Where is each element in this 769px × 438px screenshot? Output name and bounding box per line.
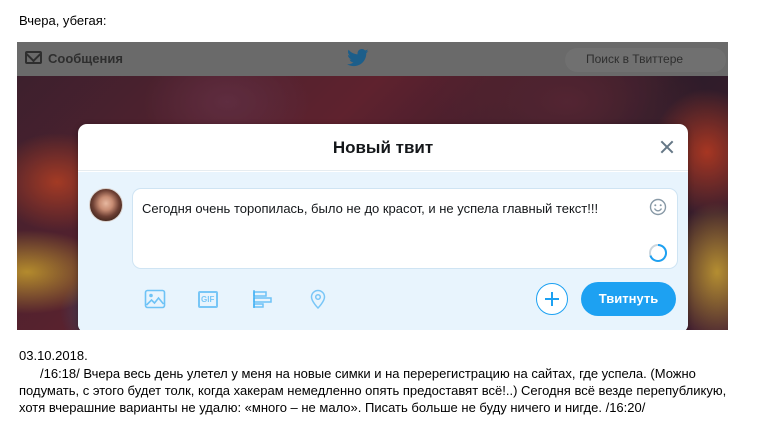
- poll-icon[interactable]: [252, 289, 274, 314]
- add-tweet-button[interactable]: [536, 283, 568, 315]
- character-counter-icon: [647, 242, 669, 269]
- entry-date: 03.10.2018.: [19, 348, 88, 363]
- tweet-textarea[interactable]: Сегодня очень торопилась, было не до кра…: [132, 188, 678, 269]
- twitter-bird-icon[interactable]: [347, 49, 369, 72]
- dialog-title: Новый твит: [332, 138, 434, 157]
- entry-text: /16:18/ Вчера весь день улетел у меня на…: [19, 366, 727, 415]
- gif-icon[interactable]: GIF: [198, 291, 218, 308]
- location-icon[interactable]: [309, 289, 327, 314]
- search-input[interactable]: Поиск в Твиттере: [565, 48, 726, 72]
- compose-area: Сегодня очень торопилась, было не до кра…: [78, 172, 688, 330]
- new-tweet-dialog: Новый твит Сегодня очень торопилась, был…: [78, 124, 688, 330]
- tweet-text[interactable]: Сегодня очень торопилась, было не до кра…: [142, 201, 642, 216]
- entry-text-block: /16:18/ Вчера весь день улетел у меня на…: [19, 365, 749, 416]
- messages-link[interactable]: Сообщения: [48, 51, 123, 66]
- top-navigation-bar: Сообщения Поиск в Твиттере: [17, 42, 728, 76]
- tweet-button[interactable]: Твитнуть: [581, 282, 676, 316]
- image-icon[interactable]: [144, 289, 166, 314]
- twitter-screenshot: Сообщения Поиск в Твиттере Новый твит Се…: [17, 42, 728, 330]
- dialog-header: Новый твит: [78, 124, 688, 171]
- search-placeholder: Поиск в Твиттере: [586, 52, 684, 66]
- emoji-icon[interactable]: [649, 198, 667, 221]
- envelope-icon[interactable]: [25, 51, 42, 64]
- avatar[interactable]: [89, 188, 123, 222]
- intro-text: Вчера, убегая:: [19, 13, 107, 28]
- close-icon[interactable]: [658, 138, 676, 156]
- gif-label: GIF: [201, 295, 215, 304]
